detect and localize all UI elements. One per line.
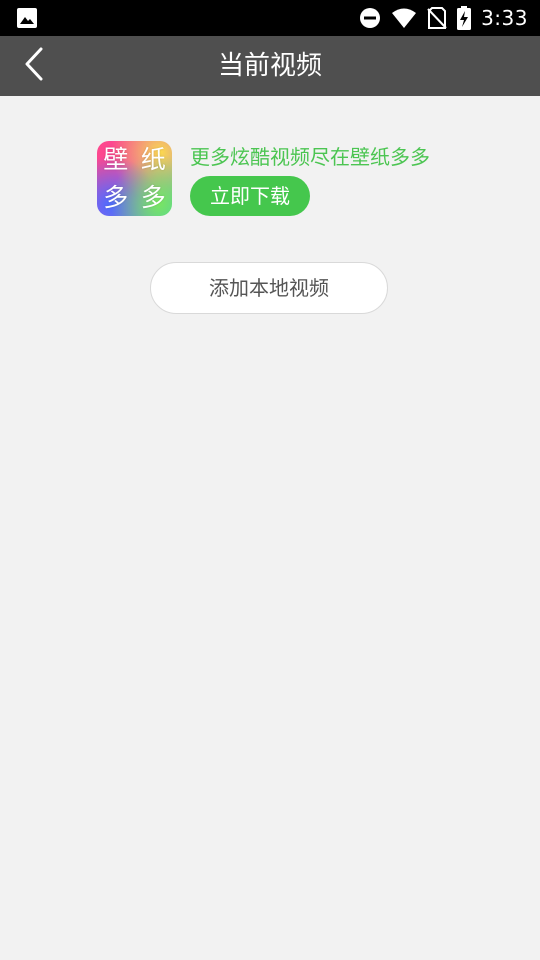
logo-char: 多 [140,182,166,212]
title-bar: 当前视频 [0,36,540,96]
logo-char: 壁 [103,145,129,175]
logo-char: 多 [103,182,129,212]
status-bar: 3:33 [0,0,540,36]
no-sim-icon [427,7,447,29]
promo-banner: 壁 纸 多 多 更多炫酷视频尽在壁纸多多 立即下载 [97,141,457,217]
download-button[interactable]: 立即下载 [190,176,310,216]
status-time: 3:33 [481,6,528,30]
page-title: 当前视频 [217,51,322,81]
promo-text: 更多炫酷视频尽在壁纸多多 [190,145,430,169]
app-logo[interactable]: 壁 纸 多 多 [97,141,172,216]
image-notification-icon [16,7,38,29]
battery-charging-icon [457,6,472,30]
wifi-icon [391,7,417,29]
logo-char: 纸 [140,145,166,175]
do-not-disturb-icon [359,7,381,29]
add-local-video-button[interactable]: 添加本地视频 [150,262,388,314]
